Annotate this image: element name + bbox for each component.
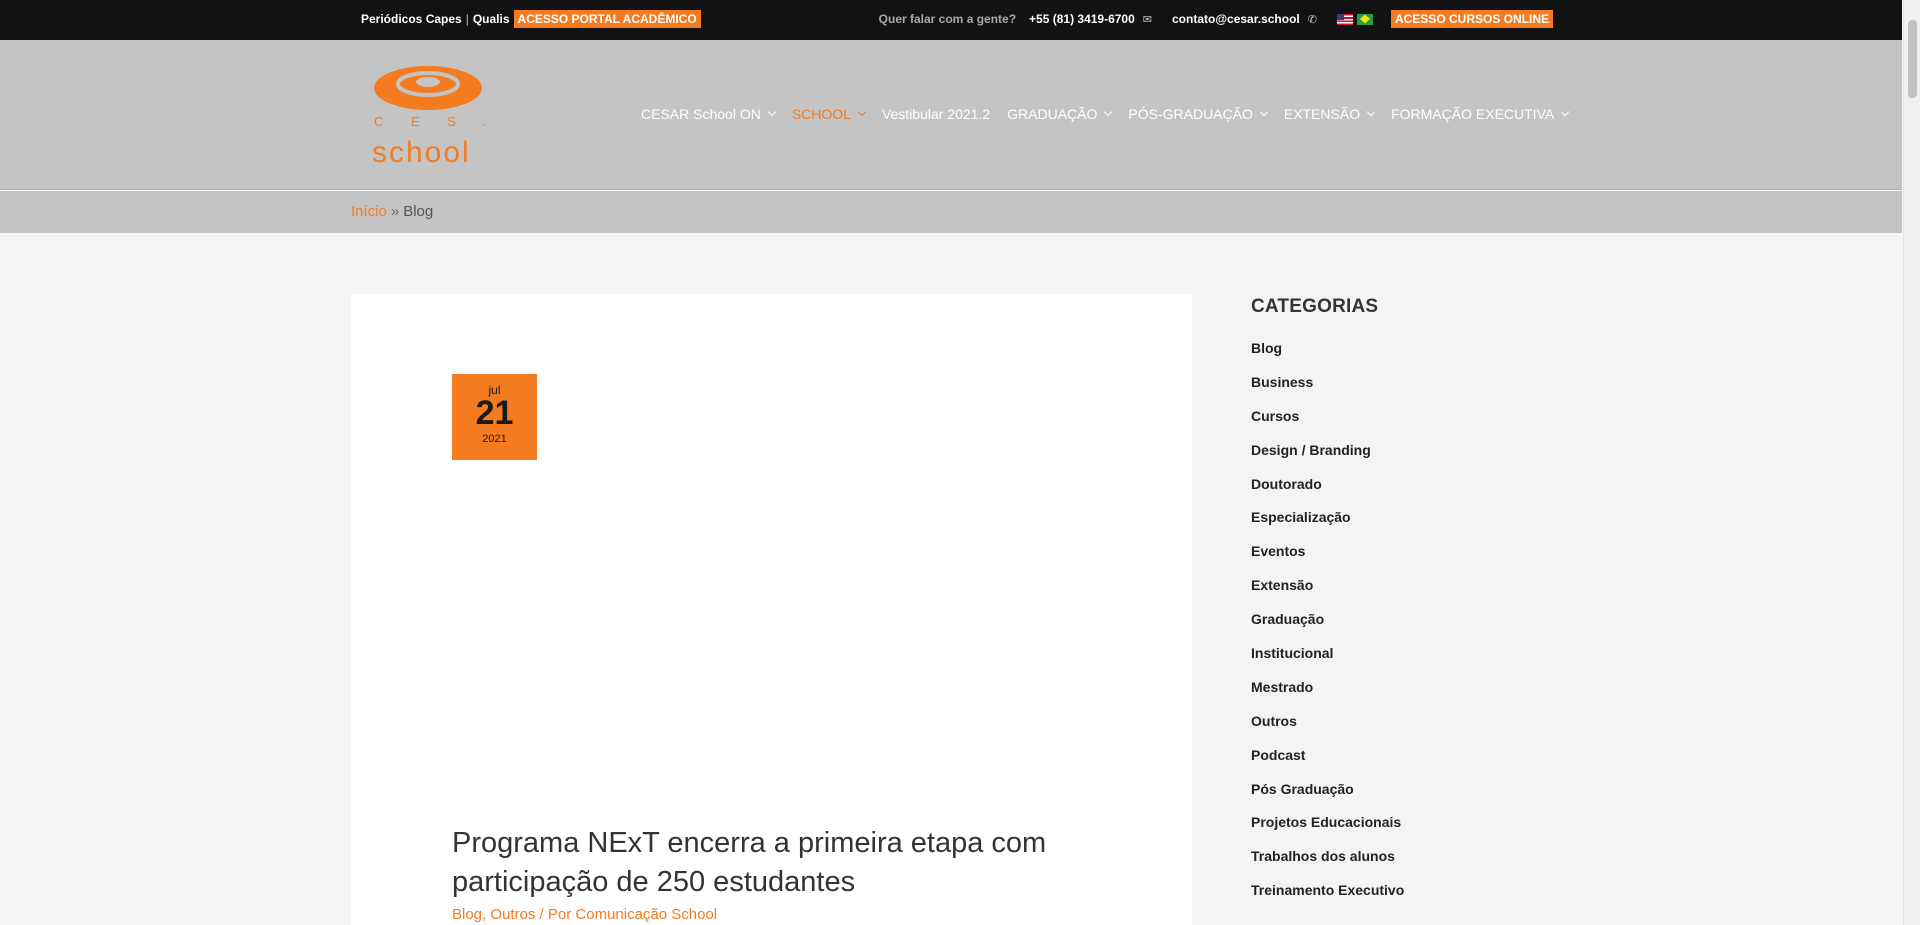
- nav-item-extensao[interactable]: EXTENSÃO: [1283, 106, 1376, 122]
- chevron-down-icon: [1366, 107, 1376, 117]
- separator: |: [465, 12, 469, 26]
- nav-item-label: SCHOOL: [791, 106, 851, 122]
- logo-word: school: [372, 136, 471, 166]
- chevron-down-icon: [767, 107, 777, 117]
- breadcrumb-home-link[interactable]: Início: [351, 203, 387, 220]
- post-date-year: 2021: [482, 433, 507, 445]
- nav-item-pos-graduacao[interactable]: PÓS-GRADUAÇÃO: [1128, 106, 1269, 122]
- category-link[interactable]: Eventos: [1251, 541, 1551, 575]
- post-meta: Blog, Outros / Por Comunicação School: [452, 906, 717, 923]
- qualis-link[interactable]: Qualis: [473, 12, 510, 26]
- cursos-online-button[interactable]: ACESSO CURSOS ONLINE: [1390, 10, 1553, 28]
- nav-item-label: Vestibular 2021.2: [881, 106, 991, 122]
- post-card: jul 21 2021 Programa NExT encerra a prim…: [351, 294, 1192, 925]
- post-date-badge: jul 21 2021: [452, 374, 537, 460]
- breadcrumb: Início» Blog: [351, 203, 433, 220]
- post-date-day: 21: [475, 394, 514, 432]
- breadcrumb-bar: Início» Blog: [0, 191, 1902, 233]
- category-link[interactable]: Treinamento Executivo: [1251, 880, 1551, 914]
- site-header: C E S A R school CESAR School ON SCHOOL …: [0, 40, 1902, 190]
- brazil-flag-icon[interactable]: [1356, 13, 1373, 25]
- email-link[interactable]: contato@cesar.school: [1172, 12, 1300, 26]
- category-link[interactable]: Podcast: [1251, 745, 1551, 779]
- scrollbar-thumb[interactable]: [1908, 20, 1917, 98]
- nav-item-formacao-executiva[interactable]: FORMAÇÃO EXECUTIVA: [1391, 106, 1570, 122]
- main-nav: CESAR School ON SCHOOL Vestibular 2021.2…: [641, 106, 1585, 122]
- nav-item-label: FORMAÇÃO EXECUTIVA: [1391, 106, 1555, 122]
- category-link[interactable]: Projetos Educacionais: [1251, 812, 1551, 846]
- breadcrumb-current: Blog: [403, 203, 434, 220]
- category-link[interactable]: Cursos: [1251, 406, 1551, 440]
- category-link[interactable]: Pós Graduação: [1251, 779, 1551, 813]
- portal-academico-button[interactable]: ACESSO PORTAL ACADÊMICO: [513, 10, 701, 28]
- language-flags: [1336, 13, 1377, 25]
- categories-sidebar: CATEGORIAS Blog Business Cursos Design /…: [1251, 296, 1551, 914]
- envelope-icon: ✉: [1142, 13, 1152, 26]
- category-link[interactable]: Doutorado: [1251, 474, 1551, 508]
- category-link[interactable]: Outros: [1251, 711, 1551, 745]
- logo-letters: C E S A R: [374, 114, 484, 129]
- category-link[interactable]: Especialização: [1251, 507, 1551, 541]
- cesar-school-logo[interactable]: C E S A R school: [372, 66, 528, 169]
- category-link[interactable]: Institucional: [1251, 643, 1551, 677]
- category-link[interactable]: Graduação: [1251, 609, 1551, 643]
- nav-item-cesar-school-on[interactable]: CESAR School ON: [641, 106, 777, 122]
- nav-item-label: CESAR School ON: [641, 106, 761, 122]
- category-link[interactable]: Business: [1251, 372, 1551, 406]
- sidebar-title: CATEGORIAS: [1251, 296, 1379, 317]
- top-bar-left: Periódicos Capes | Qualis ACESSO PORTAL …: [361, 10, 701, 28]
- nav-item-label: PÓS-GRADUAÇÃO: [1128, 106, 1253, 122]
- chevron-down-icon: [1560, 107, 1570, 117]
- chevron-down-icon: [1259, 107, 1269, 117]
- page-scrollbar[interactable]: [1903, 0, 1920, 925]
- top-bar: Periódicos Capes | Qualis ACESSO PORTAL …: [0, 0, 1902, 40]
- post-categories-link[interactable]: Blog, Outros: [452, 906, 535, 923]
- breadcrumb-separator: »: [390, 203, 400, 220]
- nav-item-label: GRADUAÇÃO: [1007, 106, 1098, 122]
- nav-item-vestibular[interactable]: Vestibular 2021.2: [882, 106, 990, 122]
- logo-mark-icon: C E S A R school: [372, 66, 528, 169]
- top-bar-right: Quer falar com a gente? +55 (81) 3419-67…: [879, 10, 1553, 28]
- phone-icon: ✆: [1307, 13, 1317, 26]
- chevron-down-icon: [1104, 107, 1113, 117]
- nav-item-label: EXTENSÃO: [1283, 106, 1361, 122]
- contact-prompt: Quer falar com a gente?: [878, 12, 1017, 26]
- post-by-label: / Por: [535, 906, 576, 923]
- nav-item-graduacao[interactable]: GRADUAÇÃO: [1007, 106, 1113, 122]
- category-link[interactable]: Mestrado: [1251, 677, 1551, 711]
- phone-link[interactable]: +55 (81) 3419-6700: [1029, 12, 1135, 26]
- category-link[interactable]: Design / Branding: [1251, 440, 1551, 474]
- category-link[interactable]: Extensão: [1251, 575, 1551, 609]
- nav-item-school[interactable]: SCHOOL: [791, 106, 867, 122]
- chevron-down-icon: [857, 107, 867, 117]
- category-list: Blog Business Cursos Design / Branding D…: [1251, 338, 1551, 914]
- post-author-link[interactable]: Comunicação School: [575, 906, 717, 923]
- us-flag-icon[interactable]: [1336, 13, 1353, 25]
- category-link[interactable]: Trabalhos dos alunos: [1251, 846, 1551, 880]
- category-link[interactable]: Blog: [1251, 338, 1551, 372]
- periodicos-capes-link[interactable]: Periódicos Capes: [361, 12, 462, 26]
- post-title[interactable]: Programa NExT encerra a primeira etapa c…: [452, 824, 1092, 902]
